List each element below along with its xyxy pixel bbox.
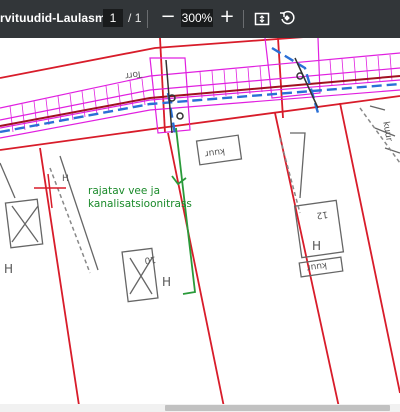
pdf-toolbar: rvituudid-Laulasma... 1 / 1 − 300% +	[0, 0, 400, 38]
label-h-4: H	[62, 174, 69, 184]
annotation-text: rajatav vee ja kanalisatsioonitrass	[88, 185, 192, 211]
label-h-2: H	[162, 275, 171, 289]
buildings	[0, 105, 400, 303]
pdf-page-canvas[interactable]: Torr kuur kuur kuur H H H H 10 12 rajata…	[0, 38, 400, 412]
label-h-3: H	[312, 239, 321, 253]
rotate-icon[interactable]	[279, 10, 295, 26]
scrollbar-thumb[interactable]	[165, 405, 390, 411]
annotation-line-2: kanalisatsioonitrass	[88, 198, 192, 210]
zoom-out-button[interactable]: −	[158, 8, 178, 28]
fit-to-page-icon[interactable]	[254, 11, 270, 27]
label-h-1: H	[4, 262, 13, 276]
page-separator: /	[128, 11, 132, 25]
label-12: 12	[316, 209, 329, 220]
zoom-in-button[interactable]: +	[217, 7, 237, 27]
zoom-level-input[interactable]: 300%	[181, 9, 213, 27]
map-drawing: Torr kuur kuur kuur H H H H 10 12	[0, 38, 400, 412]
water-pipe	[0, 46, 400, 135]
page-total-value: 1	[134, 11, 142, 25]
horizontal-scrollbar[interactable]	[0, 404, 400, 412]
toolbar-divider	[147, 10, 148, 28]
label-10: 10	[144, 254, 157, 266]
toolbar-divider	[243, 10, 244, 28]
label-torr: Torr	[124, 68, 143, 80]
page-total: / 1	[128, 11, 141, 25]
page-number-input[interactable]: 1	[103, 9, 123, 27]
label-kuur-1: kuur	[204, 146, 226, 159]
annotation-line-1: rajatav vee ja	[88, 185, 161, 197]
